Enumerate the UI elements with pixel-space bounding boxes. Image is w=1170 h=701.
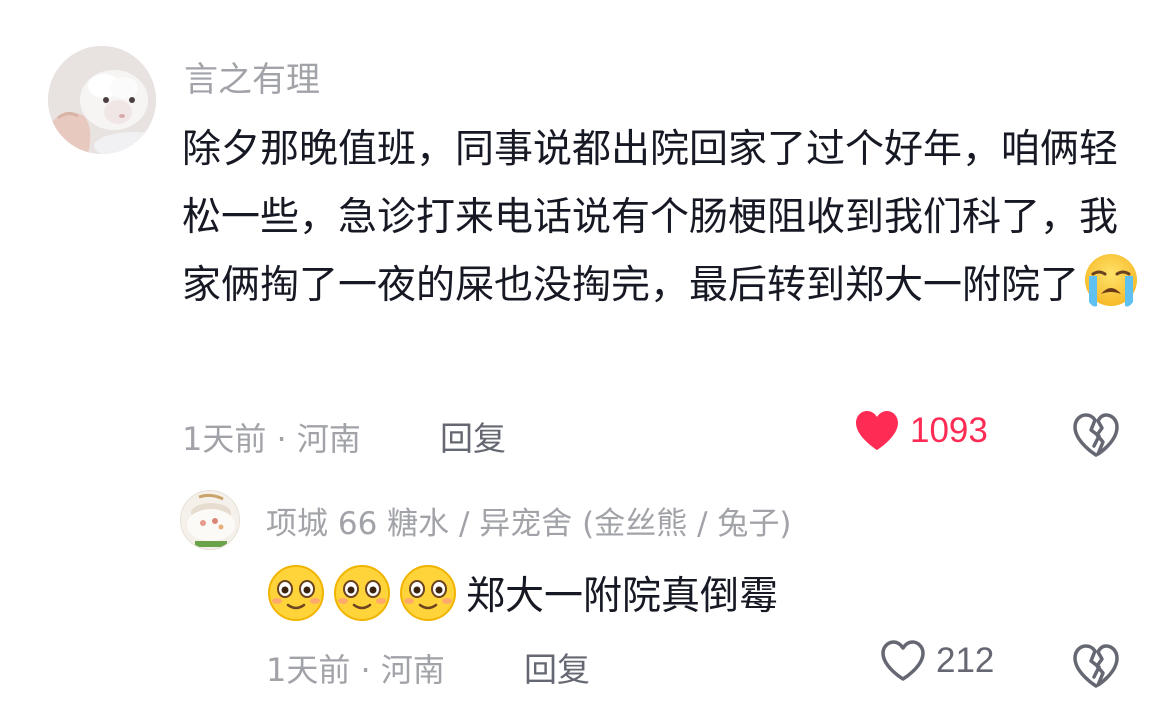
like-button[interactable]: 1093 — [854, 410, 988, 452]
lamb-avatar-image — [48, 46, 156, 154]
reply-like-button[interactable]: 212 — [880, 640, 994, 682]
comment-time-location: 1天前 · 河南 — [182, 420, 361, 458]
reply-username[interactable]: 项城 66 糖水 / 异宠舍 (金丝熊 / 兔子) — [266, 498, 792, 543]
reply-button[interactable]: 回复 — [440, 412, 506, 460]
reply-text-content: 郑大一附院真倒霉 — [466, 574, 779, 619]
heart-filled-icon — [856, 411, 898, 450]
broken-heart-icon — [1073, 413, 1119, 457]
comment-thread: 言之有理 除夕那晚值班，同事说都出院回家了过个好年，咱俩轻松一些，急诊打来电话说… — [0, 0, 1170, 701]
dislike-button[interactable] — [1072, 412, 1120, 458]
heart-outline-icon — [881, 640, 925, 681]
smiling-face-icon — [268, 565, 324, 621]
comment-text-content: 除夕那晚值班，同事说都出院回家了过个好年，咱俩轻松一些，急诊打来电话说有个肠梗阻… — [182, 127, 1119, 308]
reply-time-location: 1天前 · 河南 — [266, 651, 445, 689]
reply-like-count: 212 — [936, 641, 995, 680]
reply-user-avatar[interactable] — [180, 490, 240, 550]
broken-heart-icon — [1073, 644, 1119, 688]
dessert-avatar-image — [181, 491, 239, 549]
comment-text: 除夕那晚值班，同事说都出院回家了过个好年，咱俩轻松一些，急诊打来电话说有个肠梗阻… — [182, 116, 1142, 320]
like-count: 1093 — [910, 411, 988, 450]
reply-text: 郑大一附院真倒霉 — [266, 558, 778, 628]
user-avatar[interactable] — [48, 46, 156, 154]
reply-dislike-button[interactable] — [1072, 643, 1120, 689]
loudly-crying-face-icon — [1085, 254, 1138, 307]
comment-username[interactable]: 言之有理 — [184, 52, 320, 101]
smiling-face-icon — [400, 565, 456, 621]
smiling-face-icon — [334, 565, 390, 621]
reply-to-reply-button[interactable]: 回复 — [524, 643, 590, 691]
